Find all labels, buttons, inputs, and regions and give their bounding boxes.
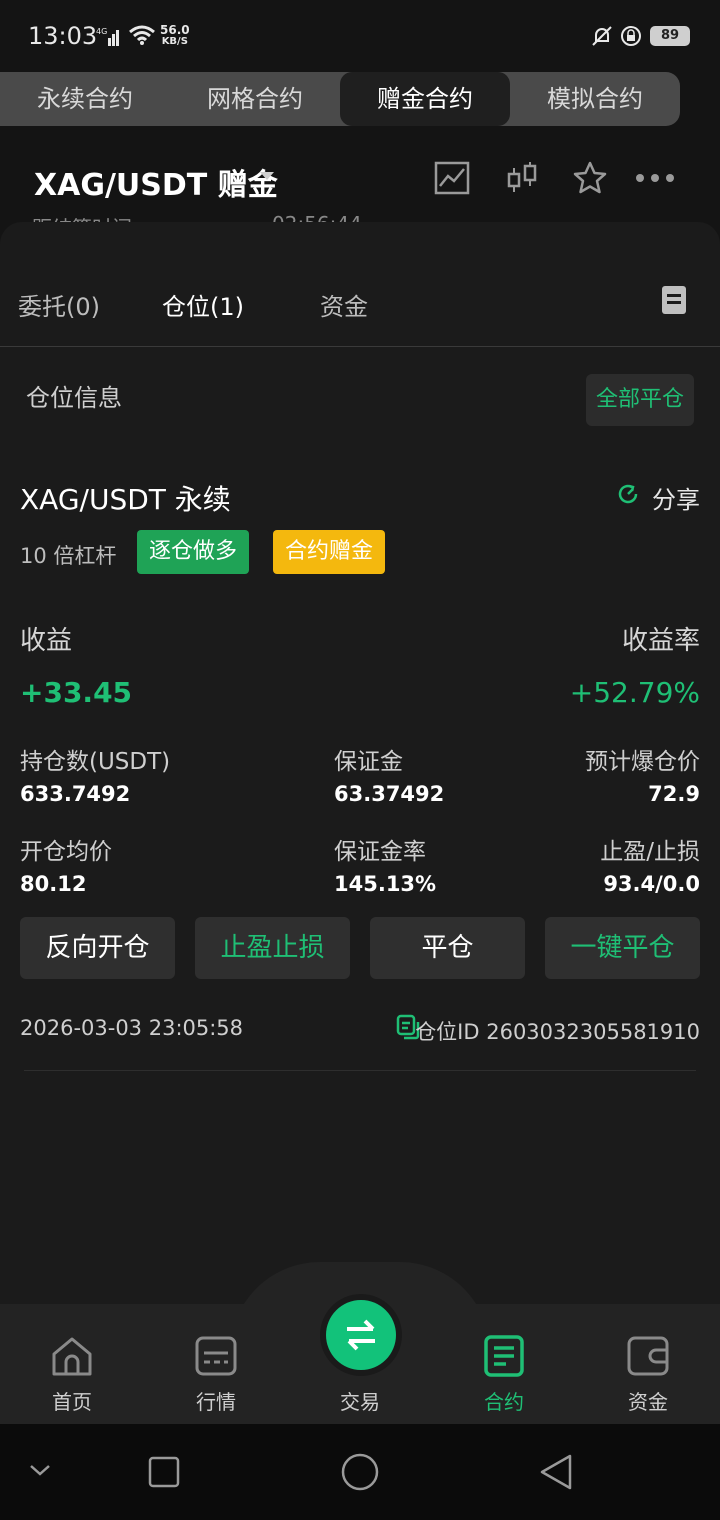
tab-perpetual[interactable]: 永续合约 (0, 72, 170, 126)
battery-indicator: 89 (650, 26, 690, 46)
entry-price-value: 80.12 (20, 872, 87, 896)
reverse-position-button[interactable]: 反向开仓 (20, 917, 175, 979)
speed-value: 56.0 (160, 23, 190, 37)
entry-price-label: 开仓均价 (20, 839, 112, 865)
quick-close-button[interactable]: 一键平仓 (545, 917, 700, 979)
nav-trade-label[interactable]: 交易 (310, 1386, 410, 1415)
wallet-icon[interactable] (626, 1334, 670, 1378)
leverage-label: 10 倍杠杆 (20, 544, 117, 568)
margin-rate-label: 保证金率 (334, 839, 426, 865)
wifi-icon (129, 25, 155, 45)
tpsl-label: 止盈/止损 (600, 839, 700, 865)
network-type: 4G (96, 27, 107, 36)
tab-simulated[interactable]: 模拟合约 (510, 72, 680, 126)
pnl-value: +33.45 (20, 676, 133, 709)
margin-mode-badge: 逐仓做多 (137, 530, 250, 574)
caret-down-icon[interactable] (260, 172, 274, 180)
home-icon[interactable] (50, 1334, 94, 1378)
nav-market-label[interactable]: 行情 (166, 1386, 266, 1415)
position-id: 仓位ID 2603032305581910 (415, 1020, 700, 1044)
tab-positions[interactable]: 仓位(1) (162, 287, 244, 322)
position-timestamp: 2026-03-03 23:05:58 (20, 1016, 244, 1040)
position-size-label: 持仓数(USDT) (20, 749, 171, 775)
star-icon[interactable] (572, 160, 608, 196)
candlestick-icon[interactable] (504, 160, 540, 196)
contract-type-tabs: 永续合约 网格合约 赠金合约 模拟合约 (0, 72, 680, 126)
cellular-signal-icon: 4G (96, 27, 119, 46)
tab-grid[interactable]: 网格合约 (170, 72, 340, 126)
section-title: 仓位信息 (26, 384, 122, 412)
pnl-rate-value: +52.79% (569, 676, 700, 709)
margin-rate-value: 145.13% (334, 872, 437, 896)
swap-icon[interactable] (341, 1315, 381, 1355)
divider (0, 346, 720, 347)
margin-label: 保证金 (334, 749, 403, 775)
bell-muted-icon (592, 26, 612, 46)
chart-icon[interactable] (434, 160, 470, 196)
tab-funds[interactable]: 资金 (320, 287, 368, 322)
liquidation-price-value: 72.9 (648, 782, 700, 806)
speed-unit: KB/S (161, 36, 188, 47)
share-icon[interactable] (616, 482, 640, 506)
liquidation-price-label: 预计爆仓价 (585, 749, 700, 775)
status-time: 13:03 (28, 22, 98, 50)
recent-apps-icon[interactable] (148, 1456, 180, 1488)
tab-bonus[interactable]: 赠金合约 (340, 72, 510, 126)
nav-contract-label[interactable]: 合约 (454, 1386, 554, 1415)
network-speed: 56.0 KB/S (160, 24, 190, 48)
tpsl-value: 93.4/0.0 (603, 872, 700, 896)
position-name: XAG/USDT 永续 (20, 483, 231, 516)
lock-rotation-icon (621, 26, 641, 46)
bonus-badge: 合约赠金 (273, 530, 386, 574)
pnl-label: 收益 (20, 626, 73, 656)
margin-value: 63.37492 (334, 782, 445, 806)
nav-funds-label[interactable]: 资金 (598, 1386, 698, 1415)
divider (24, 1070, 696, 1071)
tab-orders[interactable]: 委托(0) (18, 287, 100, 322)
pair-title[interactable]: XAG/USDT 赠金 (34, 160, 278, 204)
share-button[interactable]: 分享 (652, 480, 700, 515)
contract-icon[interactable] (482, 1334, 526, 1378)
home-button-icon[interactable] (340, 1452, 380, 1492)
close-position-button[interactable]: 平仓 (370, 917, 525, 979)
chevron-down-icon[interactable] (28, 1460, 52, 1480)
pnl-rate-label: 收益率 (621, 626, 700, 656)
close-all-button[interactable]: 全部平仓 (586, 374, 694, 426)
position-size-value: 633.7492 (20, 782, 131, 806)
document-icon[interactable] (662, 286, 686, 314)
more-icon[interactable] (634, 160, 676, 196)
nav-home-label[interactable]: 首页 (22, 1386, 122, 1415)
back-icon[interactable] (538, 1452, 574, 1492)
market-icon[interactable] (194, 1334, 238, 1378)
tpsl-button[interactable]: 止盈止损 (195, 917, 350, 979)
